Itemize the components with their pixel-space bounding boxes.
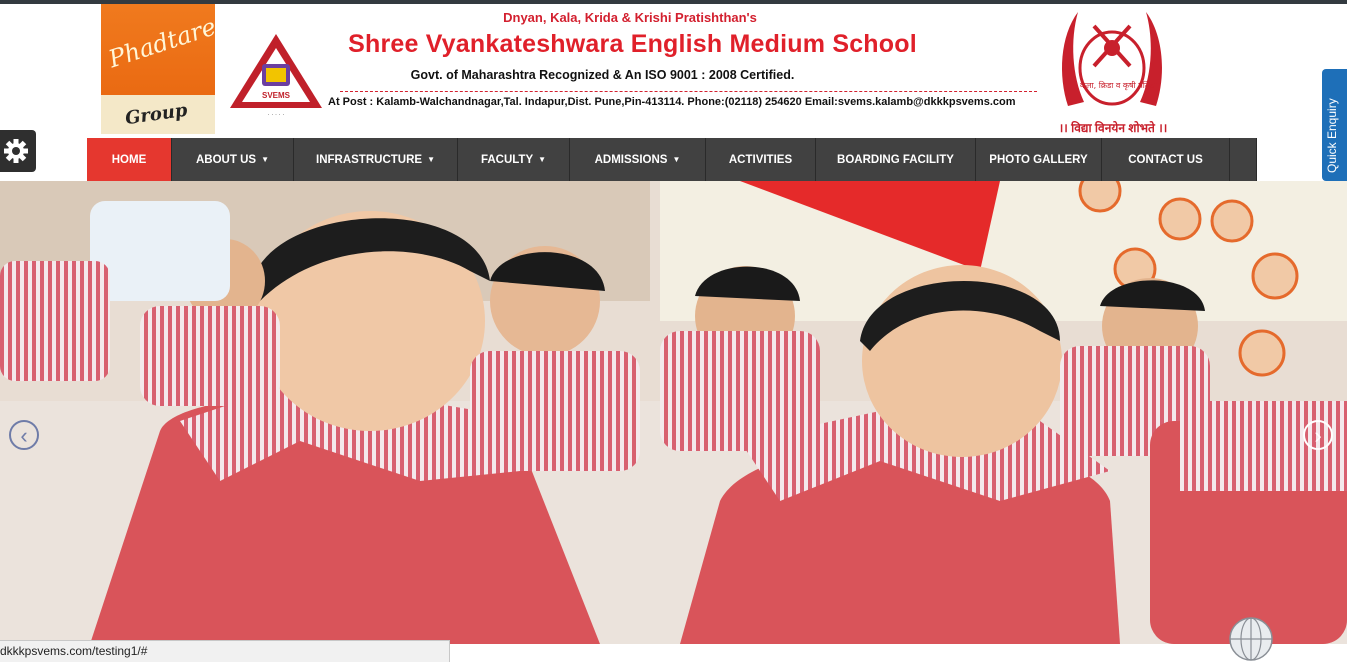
nav-boarding-facility[interactable]: BOARDING FACILITY [816, 138, 976, 181]
phadtare-group-logo[interactable]: Phadtare Group [101, 4, 220, 134]
nav-photo-gallery[interactable]: PHOTO GALLERY [976, 138, 1102, 181]
nav-admissions[interactable]: ADMISSIONS ▼ [570, 138, 706, 181]
gear-icon [4, 139, 28, 163]
nav-infrastructure[interactable]: INFRASTRUCTURE ▼ [294, 138, 458, 181]
browser-status-url: dkkkpsvems.com/testing1/# [0, 640, 450, 662]
nav-about-us-label: ABOUT US [196, 153, 257, 166]
logo-word-group: Group [123, 99, 189, 130]
nav-contact-us[interactable]: CONTACT US [1102, 138, 1230, 181]
school-name: Shree Vyankateshwara English Medium Scho… [348, 30, 917, 58]
quick-enquiry-label: Quick Enquiry [1325, 98, 1339, 173]
nav-activities-label: ACTIVITIES [728, 153, 793, 166]
svems-logo[interactable]: SVEMS · · · · · [228, 32, 324, 120]
nav-faculty-label: FACULTY [480, 153, 534, 166]
emblem-text: ज्ञान, कला, क्रिडा व कृषी प्रतिष्ठान [1063, 80, 1161, 91]
chevron-down-icon: ▼ [538, 155, 547, 164]
chevron-down-icon: ▼ [427, 155, 435, 164]
main-nav: HOME ABOUT US ▼ INFRASTRUCTURE ▼ FACULTY ▼ … [87, 138, 1257, 181]
chevron-left-icon[interactable]: ‹ [9, 420, 39, 450]
recognition-text: Govt. of Maharashtra Recognized & An ISO… [410, 68, 795, 82]
nav-about-us[interactable]: ABOUT US ▼ [172, 138, 294, 181]
header-divider [340, 91, 1037, 92]
globe-icon[interactable] [1228, 616, 1274, 662]
nav-infrastructure-label: INFRASTRUCTURE [316, 153, 423, 166]
nav-boarding-facility-label: BOARDING FACILITY [837, 153, 954, 166]
svems-logo-text: SVEMS [262, 91, 291, 100]
nav-photo-gallery-label: PHOTO GALLERY [989, 153, 1088, 166]
logo-word-phadtare: Phadtare [105, 12, 220, 74]
svg-text:· · · · ·: · · · · · [268, 112, 285, 118]
nav-home-label: HOME [111, 153, 147, 166]
nav-spacer [1230, 138, 1257, 181]
contact-address: At Post : Kalamb-Walchandnagar,Tal. Inda… [328, 96, 1016, 108]
pratishthan-emblem: ज्ञान, कला, क्रिडा व कृषी प्रतिष्ठान [1062, 12, 1162, 106]
nav-activities[interactable]: ACTIVITIES [706, 138, 816, 181]
chevron-down-icon: ▼ [672, 155, 681, 164]
school-motto: ।। विद्या विनयेन शोभते ।। [1058, 121, 1168, 135]
nav-home[interactable]: HOME [87, 138, 172, 181]
hero-slide-image [0, 181, 1347, 644]
hero-slider[interactable]: ‹ › [0, 181, 1347, 644]
nav-contact-us-label: CONTACT US [1128, 153, 1203, 166]
quick-enquiry-tab[interactable]: Quick Enquiry [1322, 69, 1347, 181]
nav-faculty[interactable]: FACULTY ▼ [458, 138, 570, 181]
trust-name: Dnyan, Kala, Krida & Krishi Pratishthan'… [503, 10, 757, 25]
chevron-down-icon: ▼ [261, 155, 269, 164]
nav-admissions-label: ADMISSIONS [594, 153, 668, 166]
settings-toggle[interactable] [0, 130, 36, 172]
chevron-right-icon[interactable]: › [1303, 420, 1333, 450]
